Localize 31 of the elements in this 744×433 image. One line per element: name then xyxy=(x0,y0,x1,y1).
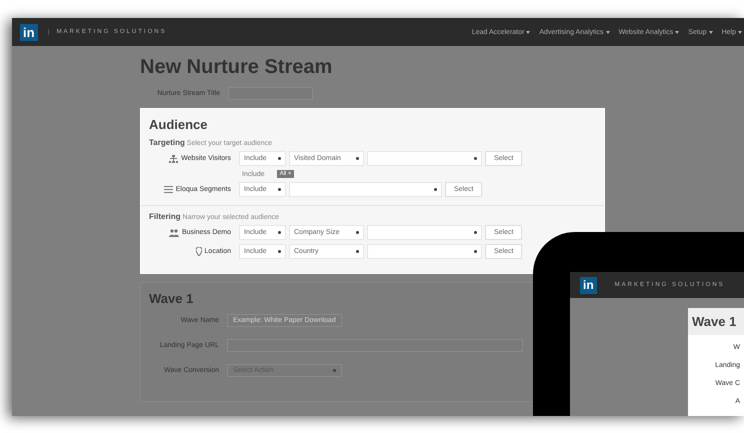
dropdown[interactable] xyxy=(367,244,482,259)
caret-icon xyxy=(675,30,680,34)
caret-icon xyxy=(356,231,359,234)
caret-icon xyxy=(278,188,281,191)
linkedin-logo: in xyxy=(580,276,597,294)
section-heading: Wave 1 xyxy=(688,308,744,335)
caret-icon xyxy=(708,30,713,34)
page-title: New Nurture Stream xyxy=(140,56,334,79)
caret-icon xyxy=(474,157,477,160)
pin-icon xyxy=(196,247,202,256)
linkedin-logo: in xyxy=(20,24,38,40)
caret-icon xyxy=(356,157,359,160)
caret-icon xyxy=(474,231,477,234)
people-icon xyxy=(168,228,179,236)
dropdown[interactable] xyxy=(367,225,482,240)
dropdown[interactable] xyxy=(289,182,442,197)
caret-icon xyxy=(474,250,477,253)
section-heading: Audience xyxy=(149,117,209,132)
caret-icon xyxy=(356,250,359,253)
dropdown[interactable] xyxy=(367,151,482,166)
list-icon xyxy=(164,186,173,193)
caret-icon xyxy=(526,30,530,34)
sitemap-icon xyxy=(169,154,178,162)
caret-icon xyxy=(333,369,336,372)
caret-icon xyxy=(434,188,437,191)
caret-icon xyxy=(738,30,742,34)
caret-icon xyxy=(278,231,281,234)
caret-icon xyxy=(606,30,610,34)
section-heading: Wave 1 xyxy=(149,291,194,306)
caret-icon xyxy=(278,250,281,253)
caret-icon xyxy=(278,157,281,160)
